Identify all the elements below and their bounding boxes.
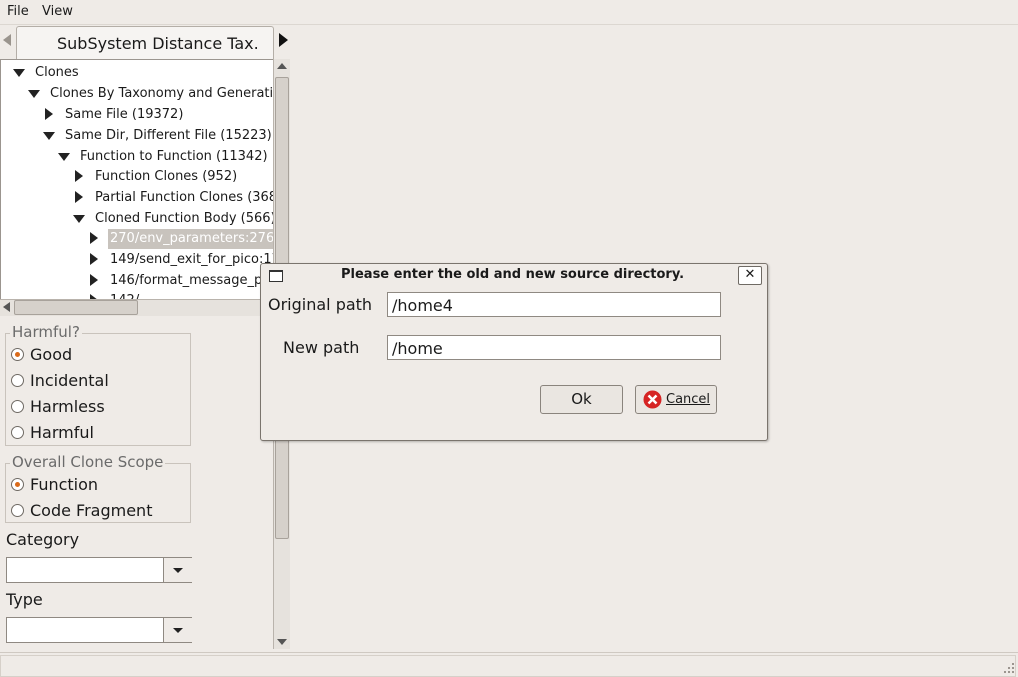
cancel-button[interactable]: Cancel bbox=[635, 385, 717, 414]
tree-row-env-parameters[interactable]: 270/env_parameters:276/t bbox=[86, 229, 274, 249]
menu-file[interactable]: File bbox=[7, 4, 29, 19]
category-label: Category bbox=[6, 530, 80, 549]
expander-icon[interactable] bbox=[75, 191, 83, 203]
tree-row-label: Clones bbox=[35, 65, 79, 80]
type-dropdown-button[interactable] bbox=[163, 618, 192, 642]
scroll-down-icon[interactable] bbox=[277, 639, 287, 645]
ok-button[interactable]: Ok bbox=[540, 385, 623, 414]
radio-incidental[interactable] bbox=[11, 374, 24, 387]
type-label: Type bbox=[6, 590, 43, 609]
tree-row-label: Same Dir, Different File (15223) bbox=[65, 128, 272, 143]
category-dropdown-button[interactable] bbox=[163, 558, 192, 582]
expander-icon[interactable] bbox=[58, 153, 70, 161]
expander-icon[interactable] bbox=[28, 90, 40, 98]
resize-grip-icon[interactable] bbox=[1002, 661, 1016, 675]
original-path-label: Original path bbox=[268, 295, 373, 314]
scroll-up-icon[interactable] bbox=[277, 63, 287, 69]
tree-row-label: Clones By Taxonomy and Generatic bbox=[50, 86, 275, 101]
radio-good[interactable] bbox=[11, 348, 24, 361]
close-icon: ✕ bbox=[744, 267, 756, 282]
close-button[interactable]: ✕ bbox=[738, 266, 762, 285]
window-menu-icon[interactable] bbox=[269, 270, 283, 282]
radio-incidental-label: Incidental bbox=[30, 371, 109, 390]
chevron-down-icon bbox=[173, 628, 183, 633]
harmful-title: Harmful? bbox=[10, 323, 82, 341]
tree-row-label: 149/send_exit_for_pico:17 bbox=[110, 252, 275, 267]
scope-title: Overall Clone Scope bbox=[10, 453, 166, 471]
tab-subsystem-distance[interactable]: SubSystem Distance Tax. bbox=[16, 26, 274, 60]
scroll-left-icon[interactable] bbox=[3, 302, 10, 312]
type-combo[interactable] bbox=[6, 617, 192, 643]
expander-icon[interactable] bbox=[13, 69, 25, 77]
radio-good-label: Good bbox=[30, 345, 73, 364]
cancel-button-label: Cancel bbox=[666, 392, 711, 407]
expander-icon[interactable] bbox=[75, 170, 83, 182]
menu-bar: File View bbox=[0, 0, 1018, 25]
status-area bbox=[0, 655, 1016, 677]
tree-row-label: Cloned Function Body (566) bbox=[95, 211, 275, 226]
tree-horizontal-scroll-thumb[interactable] bbox=[14, 300, 138, 315]
radio-harmful[interactable] bbox=[11, 426, 24, 439]
dialog-title: Please enter the old and new source dire… bbox=[341, 267, 685, 282]
tree-row-label: Function Clones (952) bbox=[95, 169, 238, 184]
radio-code-fragment-label: Code Fragment bbox=[30, 501, 153, 520]
clone-tree[interactable]: Clones Clones By Taxonomy and Generatic … bbox=[0, 59, 275, 301]
new-path-label: New path bbox=[283, 338, 360, 357]
tree-row-label: 146/format_message_pc bbox=[110, 273, 270, 288]
new-path-input[interactable]: /home bbox=[387, 335, 721, 360]
radio-harmless[interactable] bbox=[11, 400, 24, 413]
original-path-input[interactable]: /home4 bbox=[387, 292, 721, 317]
expander-icon[interactable] bbox=[90, 274, 98, 286]
tab-scroll-right-icon[interactable] bbox=[279, 33, 288, 47]
chevron-down-icon bbox=[173, 568, 183, 573]
category-combo[interactable] bbox=[6, 557, 192, 583]
tab-label: SubSystem Distance Tax. bbox=[57, 34, 259, 53]
radio-function-label: Function bbox=[30, 475, 99, 494]
menu-view[interactable]: View bbox=[42, 4, 73, 19]
expander-icon[interactable] bbox=[90, 253, 98, 265]
radio-function[interactable] bbox=[11, 478, 24, 491]
expander-icon[interactable] bbox=[43, 132, 55, 140]
radio-code-fragment[interactable] bbox=[11, 504, 24, 517]
tab-scroll-left-icon[interactable] bbox=[3, 34, 11, 46]
tree-row-label: Partial Function Clones (368 bbox=[95, 190, 275, 205]
radio-harmless-label: Harmless bbox=[30, 397, 105, 416]
expander-icon[interactable] bbox=[45, 108, 53, 120]
expander-icon[interactable] bbox=[90, 232, 98, 244]
source-directory-dialog: Please enter the old and new source dire… bbox=[260, 263, 768, 441]
radio-harmful-label: Harmful bbox=[30, 423, 94, 442]
ok-button-label: Ok bbox=[571, 390, 592, 408]
tree-row-label: Function to Function (11342) bbox=[80, 149, 268, 164]
status-bar bbox=[0, 652, 1018, 677]
cancel-icon bbox=[643, 390, 662, 409]
tree-row-label: Same File (19372) bbox=[65, 107, 184, 122]
tree-row-label: 270/env_parameters:276/t bbox=[108, 229, 274, 249]
expander-icon[interactable] bbox=[73, 215, 85, 223]
